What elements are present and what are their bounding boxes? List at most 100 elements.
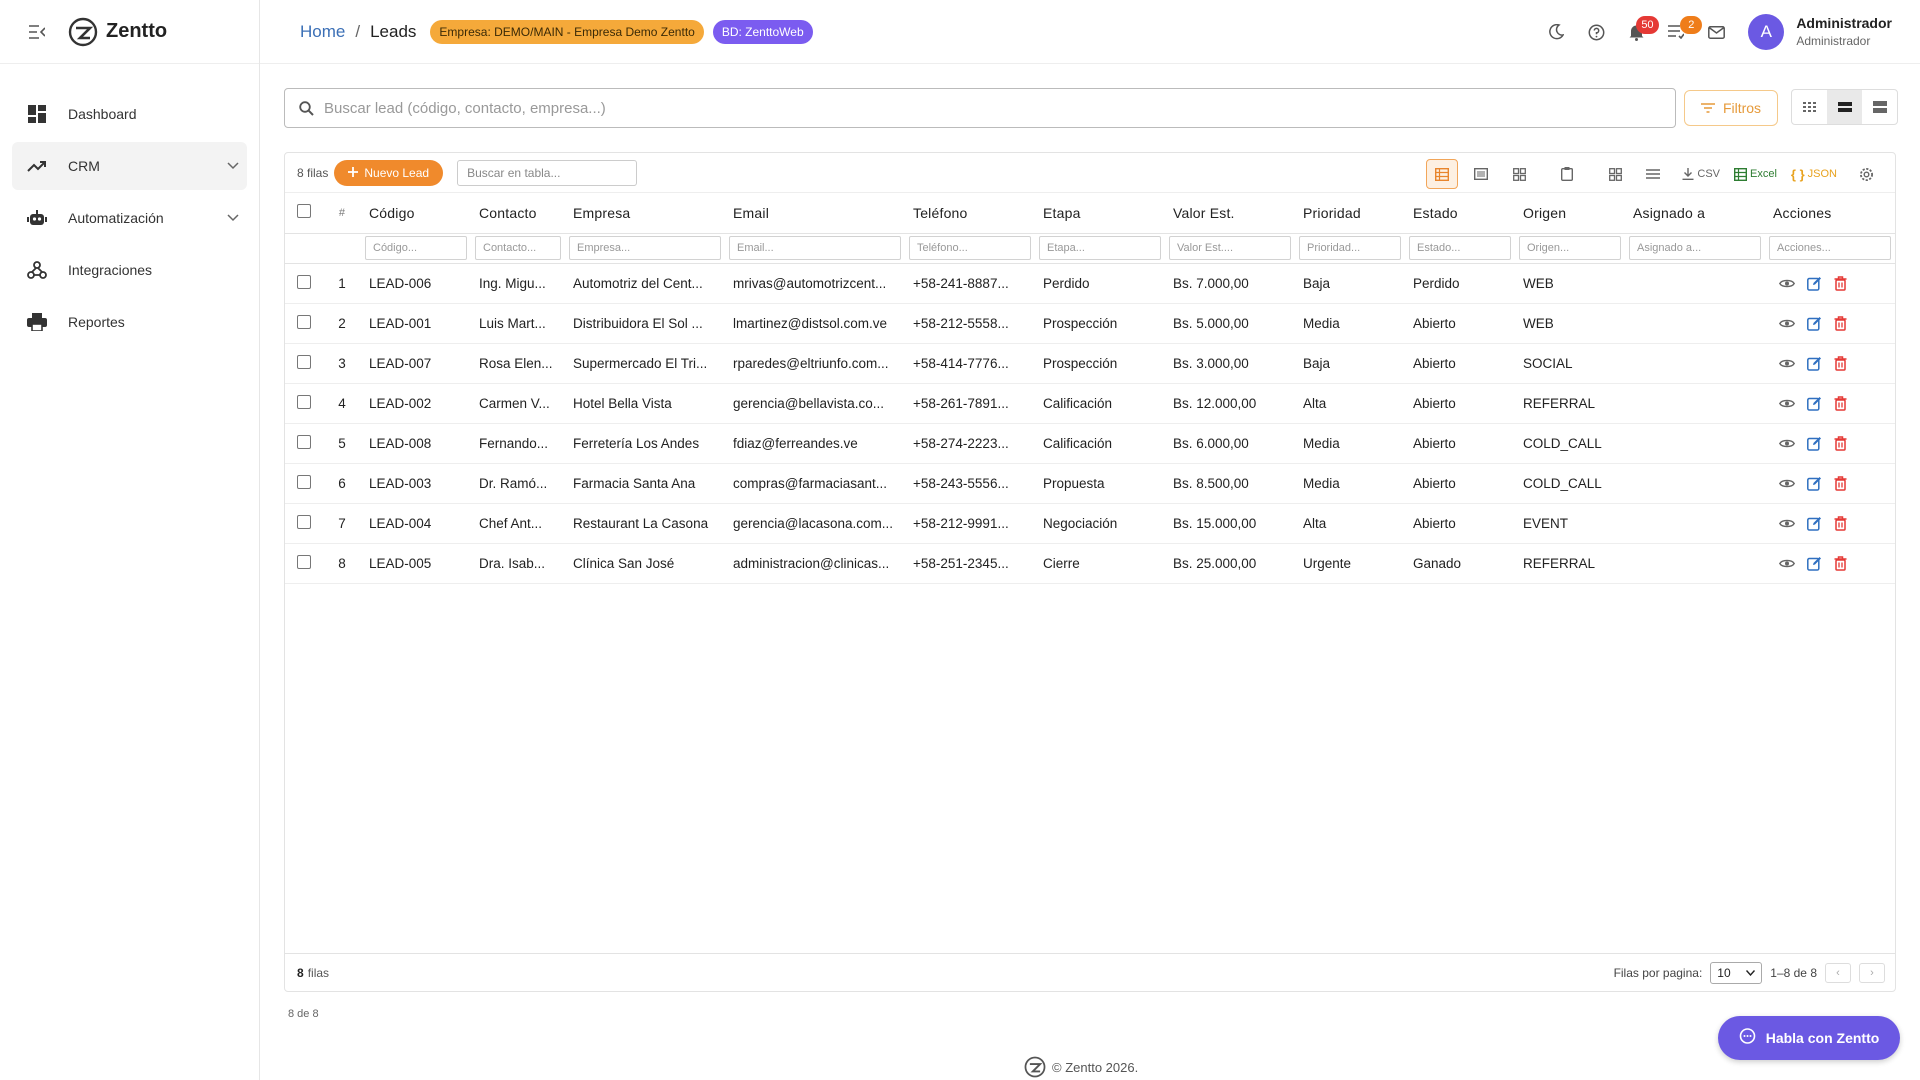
export-json-button[interactable]: { } JSON xyxy=(1791,159,1837,189)
row-checkbox[interactable] xyxy=(297,314,311,329)
column-header-contacto[interactable]: Contacto xyxy=(471,193,565,233)
row-checkbox[interactable] xyxy=(297,514,311,529)
density-compact-icon[interactable] xyxy=(1792,90,1827,124)
brand-logo[interactable]: Zentto xyxy=(68,17,167,47)
row-checkbox[interactable] xyxy=(297,554,311,569)
view-eye-icon[interactable] xyxy=(1779,558,1795,569)
clipboard-icon[interactable] xyxy=(1552,159,1582,189)
tasks-list-icon[interactable]: 2 xyxy=(1656,12,1703,52)
column-filter-input[interactable]: Email... xyxy=(729,236,901,260)
column-filter-input[interactable]: Empresa... xyxy=(569,236,721,260)
column-header-codigo[interactable]: Código xyxy=(361,193,471,233)
view-eye-icon[interactable] xyxy=(1779,518,1795,529)
view-eye-icon[interactable] xyxy=(1779,438,1795,449)
column-filter-input[interactable]: Etapa... xyxy=(1039,236,1161,260)
settings-gear-icon[interactable] xyxy=(1851,159,1881,189)
row-checkbox[interactable] xyxy=(297,474,311,489)
column-header-email[interactable]: Email xyxy=(725,193,905,233)
view-eye-icon[interactable] xyxy=(1779,398,1795,409)
table-row[interactable]: 2 LEAD-001 Luis Mart... Distribuidora El So… xyxy=(285,303,1895,344)
column-filter-input[interactable]: Contacto... xyxy=(475,236,561,260)
column-header-telefono[interactable]: Teléfono xyxy=(905,193,1035,233)
edit-icon[interactable] xyxy=(1807,436,1822,451)
column-filter-input[interactable]: Valor Est.... xyxy=(1169,236,1291,260)
company-badge[interactable]: Empresa: DEMO/MAIN - Empresa Demo Zentto xyxy=(430,19,704,44)
row-checkbox[interactable] xyxy=(297,354,311,369)
database-badge[interactable]: BD: ZenttoWeb xyxy=(712,19,813,44)
mail-icon[interactable] xyxy=(1696,12,1736,52)
density-standard-icon[interactable] xyxy=(1827,90,1862,124)
view-eye-icon[interactable] xyxy=(1779,358,1795,369)
export-excel-button[interactable]: Excel xyxy=(1734,159,1777,189)
delete-trash-icon[interactable] xyxy=(1834,515,1847,531)
delete-trash-icon[interactable] xyxy=(1834,275,1847,291)
column-filter-input[interactable]: Teléfono... xyxy=(909,236,1031,260)
edit-icon[interactable] xyxy=(1807,396,1822,411)
table-search-input[interactable]: Buscar en tabla... xyxy=(457,159,638,186)
view-eye-icon[interactable] xyxy=(1779,478,1795,489)
row-checkbox[interactable] xyxy=(297,394,311,409)
delete-trash-icon[interactable] xyxy=(1834,315,1847,331)
edit-icon[interactable] xyxy=(1807,516,1822,531)
density-comfortable-icon[interactable] xyxy=(1862,90,1897,124)
table-row[interactable]: 6 LEAD-003 Dr. Ramó... Farmacia Santa Ana co… xyxy=(285,463,1895,504)
view-eye-icon[interactable] xyxy=(1779,318,1795,329)
list-view-icon[interactable] xyxy=(1466,159,1496,189)
delete-trash-icon[interactable] xyxy=(1834,555,1847,571)
delete-trash-icon[interactable] xyxy=(1834,395,1847,411)
edit-icon[interactable] xyxy=(1807,356,1822,371)
delete-trash-icon[interactable] xyxy=(1834,435,1847,451)
menu-collapse-icon[interactable] xyxy=(26,21,48,43)
view-eye-icon[interactable] xyxy=(1779,278,1795,289)
column-header-empresa[interactable]: Empresa xyxy=(565,193,725,233)
table-row[interactable]: 3 LEAD-007 Rosa Elen... Supermercado El Tri… xyxy=(285,343,1895,384)
help-icon[interactable] xyxy=(1576,12,1616,52)
table-row[interactable]: 8 LEAD-005 Dra. Isab... Clínica San José adm… xyxy=(285,543,1895,584)
chat-assistant-button[interactable]: Habla con Zentto xyxy=(1718,1016,1900,1060)
group-columns-icon[interactable] xyxy=(1600,159,1630,189)
card-view-icon[interactable] xyxy=(1504,159,1534,189)
notifications-bell-icon[interactable]: 50 xyxy=(1616,12,1659,52)
breadcrumb-home-link[interactable]: Home xyxy=(300,22,345,42)
table-view-icon[interactable] xyxy=(1426,159,1459,189)
edit-icon[interactable] xyxy=(1807,316,1822,331)
sidebar-item-dashboard[interactable]: Dashboard xyxy=(12,90,247,138)
next-page-button[interactable]: › xyxy=(1859,963,1885,983)
column-header-asignado[interactable]: Asignado a xyxy=(1625,193,1765,233)
sidebar-item-automatizacion[interactable]: Automatización xyxy=(12,194,247,242)
delete-trash-icon[interactable] xyxy=(1834,355,1847,371)
row-checkbox[interactable] xyxy=(297,274,311,289)
edit-icon[interactable] xyxy=(1807,276,1822,291)
sidebar-item-crm[interactable]: CRM xyxy=(12,142,247,190)
table-row[interactable]: 5 LEAD-008 Fernando... Ferretería Los Andes… xyxy=(285,423,1895,464)
prev-page-button[interactable]: ‹ xyxy=(1825,963,1851,983)
sidebar-item-reportes[interactable]: Reportes xyxy=(12,298,247,346)
table-row[interactable]: 4 LEAD-002 Carmen V... Hotel Bella Vista ger… xyxy=(285,383,1895,424)
avatar[interactable]: A xyxy=(1748,14,1785,50)
edit-icon[interactable] xyxy=(1807,556,1822,571)
column-filter-input[interactable]: Prioridad... xyxy=(1299,236,1401,260)
dark-mode-icon[interactable] xyxy=(1536,12,1576,52)
sidebar-item-integraciones[interactable]: Integraciones xyxy=(12,246,247,294)
select-all-checkbox[interactable] xyxy=(297,204,311,219)
column-filter-input[interactable]: Código... xyxy=(365,236,467,260)
column-filter-input[interactable]: Estado... xyxy=(1409,236,1511,260)
export-csv-button[interactable]: CSV xyxy=(1682,159,1720,189)
rows-per-page-select[interactable]: 10 xyxy=(1710,962,1763,984)
row-density-icon[interactable] xyxy=(1638,159,1668,189)
table-row[interactable]: 7 LEAD-004 Chef Ant... Restaurant La Casona… xyxy=(285,503,1895,544)
column-header-estado[interactable]: Estado xyxy=(1405,193,1515,233)
column-header-origen[interactable]: Origen xyxy=(1515,193,1625,233)
edit-icon[interactable] xyxy=(1807,476,1822,491)
column-header-prioridad[interactable]: Prioridad xyxy=(1295,193,1405,233)
column-filter-input[interactable]: Acciones... xyxy=(1769,236,1891,260)
lead-search-input[interactable]: Buscar lead (código, contacto, empresa..… xyxy=(284,88,1676,128)
row-checkbox[interactable] xyxy=(297,434,311,449)
column-filter-input[interactable]: Origen... xyxy=(1519,236,1621,260)
filters-button[interactable]: Filtros xyxy=(1684,90,1778,126)
column-header-valor[interactable]: Valor Est. xyxy=(1165,193,1295,233)
new-lead-button[interactable]: Nuevo Lead xyxy=(334,159,444,186)
delete-trash-icon[interactable] xyxy=(1834,475,1847,491)
table-row[interactable]: 1 LEAD-006 Ing. Migu... Automotriz del Cent… xyxy=(285,263,1895,304)
column-header-etapa[interactable]: Etapa xyxy=(1035,193,1165,233)
